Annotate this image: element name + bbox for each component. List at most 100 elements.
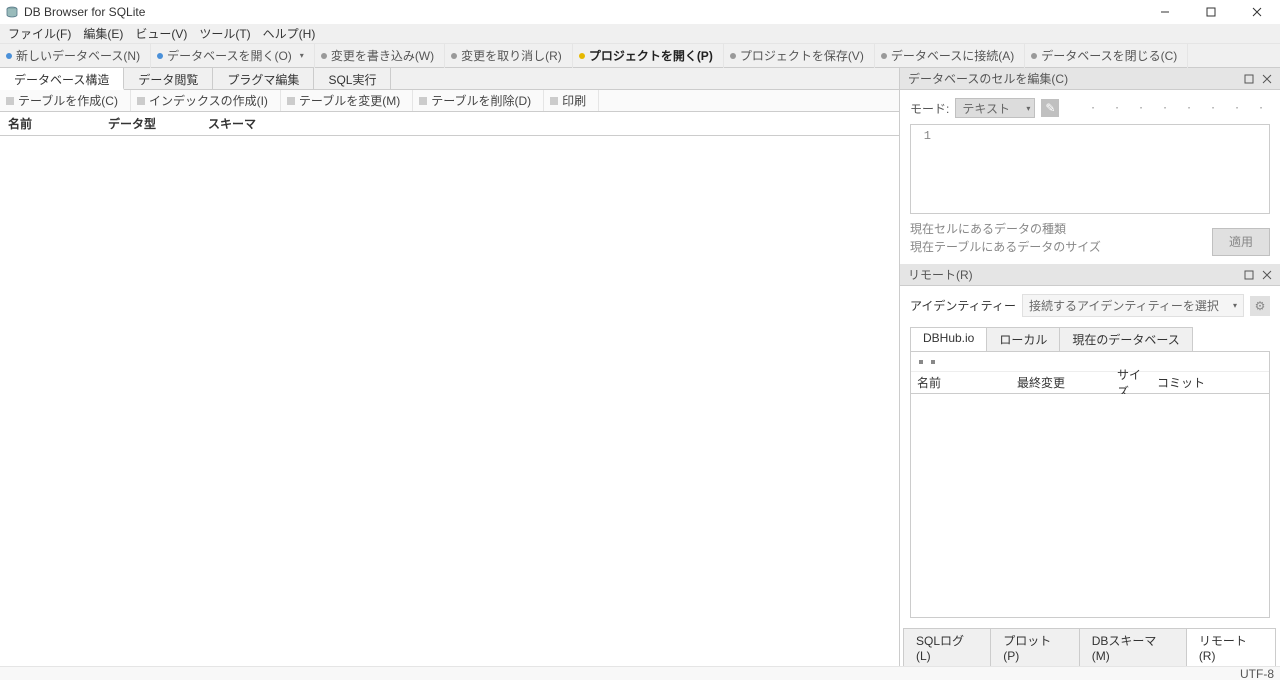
remote-list-body (911, 394, 1269, 617)
menu-tools[interactable]: ツール(T) (193, 23, 256, 44)
remote-tab-local[interactable]: ローカル (986, 327, 1060, 351)
edit-icon[interactable]: ✎ (1041, 99, 1059, 117)
remote-header-commit[interactable]: コミット (1151, 371, 1269, 394)
menu-file[interactable]: ファイル(F) (2, 23, 77, 44)
button-label: プロジェクトを保存(V) (740, 47, 864, 64)
print-icon (550, 97, 558, 105)
ce-tool-icon-5[interactable]: ⋅ (1180, 99, 1198, 117)
revert-changes-button[interactable]: 変更を取り消し(R) (445, 44, 573, 68)
index-icon (137, 97, 145, 105)
remote-tab-current[interactable]: 現在のデータベース (1059, 327, 1192, 351)
bottom-tab-remote[interactable]: リモート(R) (1186, 628, 1276, 666)
identity-select[interactable]: 接続するアイデンティティーを選択 ▾ (1022, 294, 1244, 317)
remote-action-icon-2[interactable] (931, 360, 935, 364)
project-icon (579, 53, 585, 59)
column-header-name[interactable]: 名前 (0, 111, 100, 136)
modify-icon (287, 97, 295, 105)
chevron-down-icon: ▾ (300, 51, 304, 60)
bottom-tab-schema[interactable]: DBスキーマ(M) (1079, 628, 1187, 666)
ce-tool-icon-8[interactable]: ⋅ (1252, 99, 1270, 117)
save-icon (730, 53, 736, 59)
menu-view[interactable]: ビュー(V) (129, 23, 193, 44)
minimize-button[interactable] (1142, 0, 1188, 24)
close-button[interactable] (1234, 0, 1280, 24)
ce-tool-icon-2[interactable]: ⋅ (1108, 99, 1126, 117)
tab-execute-sql[interactable]: SQL実行 (314, 68, 391, 89)
cell-editor-textarea[interactable]: 1 (910, 124, 1270, 214)
print-button[interactable]: 印刷 (544, 90, 599, 111)
line-number: 1 (915, 129, 931, 209)
dock-icon[interactable] (1240, 70, 1258, 88)
column-header-type[interactable]: データ型 (100, 111, 200, 136)
tab-edit-pragmas[interactable]: プラグマ編集 (213, 68, 314, 89)
button-label: 変更を書き込み(W) (331, 47, 434, 64)
delete-table-button[interactable]: テーブルを削除(D) (413, 90, 544, 111)
identity-label: アイデンティティー (910, 297, 1016, 314)
write-changes-button[interactable]: 変更を書き込み(W) (315, 44, 445, 68)
structure-tree-body (0, 136, 899, 666)
window-title: DB Browser for SQLite (24, 5, 145, 19)
ce-tool-icon-4[interactable]: ⋅ (1156, 99, 1174, 117)
menu-edit[interactable]: 編集(E) (77, 23, 129, 44)
button-label: 印刷 (562, 92, 586, 109)
close-database-button[interactable]: データベースを閉じる(C) (1025, 44, 1188, 68)
remote-tab-dbhub[interactable]: DBHub.io (910, 327, 987, 351)
modify-table-button[interactable]: テーブルを変更(M) (281, 90, 413, 111)
remote-header-name[interactable]: 名前 (911, 371, 1011, 394)
remote-header-modified[interactable]: 最終変更 (1011, 371, 1111, 394)
ce-tool-icon-6[interactable]: ⋅ (1204, 99, 1222, 117)
open-project-button[interactable]: プロジェクトを開く(P) (573, 44, 724, 68)
button-label: インデックスの作成(I) (149, 92, 268, 109)
button-label: データベースに接続(A) (891, 47, 1014, 64)
close-panel-icon[interactable] (1258, 70, 1276, 88)
identity-settings-button[interactable]: ⚙ (1250, 296, 1270, 316)
bottom-tab-plot[interactable]: プロット(P) (990, 628, 1080, 666)
mode-label: モード: (910, 100, 949, 117)
bottom-tab-sqllog[interactable]: SQLログ(L) (903, 628, 991, 666)
button-label: テーブルを作成(C) (18, 92, 118, 109)
column-header-schema[interactable]: スキーマ (200, 111, 899, 136)
mode-select[interactable]: テキスト ▾ (955, 98, 1035, 118)
identity-select-value: 接続するアイデンティティーを選択 (1029, 297, 1219, 314)
attach-icon (881, 53, 887, 59)
revert-icon (451, 53, 457, 59)
button-label: データベースを閉じる(C) (1041, 47, 1177, 64)
write-icon (321, 53, 327, 59)
close-db-icon (1031, 53, 1037, 59)
database-icon (6, 53, 12, 59)
chevron-down-icon: ▾ (1233, 301, 1237, 310)
panel-title-remote: リモート(R) (908, 266, 1240, 283)
button-label: プロジェクトを開く(P) (589, 47, 713, 64)
apply-button[interactable]: 適用 (1212, 228, 1270, 256)
mode-value: テキスト (962, 100, 1010, 117)
tab-browse-data[interactable]: データ閲覧 (124, 68, 213, 89)
button-label: データベースを開く(O) (167, 47, 292, 64)
table-icon (6, 97, 14, 105)
database-icon (157, 53, 163, 59)
attach-database-button[interactable]: データベースに接続(A) (875, 44, 1025, 68)
open-database-button[interactable]: データベースを開く(O) ▾ (151, 44, 315, 68)
delete-icon (419, 97, 427, 105)
ce-tool-icon-3[interactable]: ⋅ (1132, 99, 1150, 117)
save-project-button[interactable]: プロジェクトを保存(V) (724, 44, 875, 68)
close-panel-icon[interactable] (1258, 266, 1276, 284)
button-label: 変更を取り消し(R) (461, 47, 562, 64)
new-database-button[interactable]: 新しいデータベース(N) (0, 44, 151, 68)
ce-tool-icon-7[interactable]: ⋅ (1228, 99, 1246, 117)
button-label: テーブルを削除(D) (431, 92, 531, 109)
status-encoding: UTF-8 (1240, 667, 1274, 681)
tab-database-structure[interactable]: データベース構造 (0, 68, 124, 90)
maximize-button[interactable] (1188, 0, 1234, 24)
remote-action-icon-1[interactable] (919, 360, 923, 364)
app-icon (4, 4, 20, 20)
create-table-button[interactable]: テーブルを作成(C) (0, 90, 131, 111)
button-label: 新しいデータベース(N) (16, 47, 140, 64)
create-index-button[interactable]: インデックスの作成(I) (131, 90, 281, 111)
ce-tool-icon-1[interactable]: ⋅ (1084, 99, 1102, 117)
cell-data-size-label: 現在テーブルにあるデータのサイズ (910, 238, 1212, 256)
cell-data-type-label: 現在セルにあるデータの種類 (910, 220, 1212, 238)
chevron-down-icon: ▾ (1026, 104, 1030, 113)
menu-help[interactable]: ヘルプ(H) (257, 23, 322, 44)
dock-icon[interactable] (1240, 266, 1258, 284)
button-label: テーブルを変更(M) (299, 92, 400, 109)
